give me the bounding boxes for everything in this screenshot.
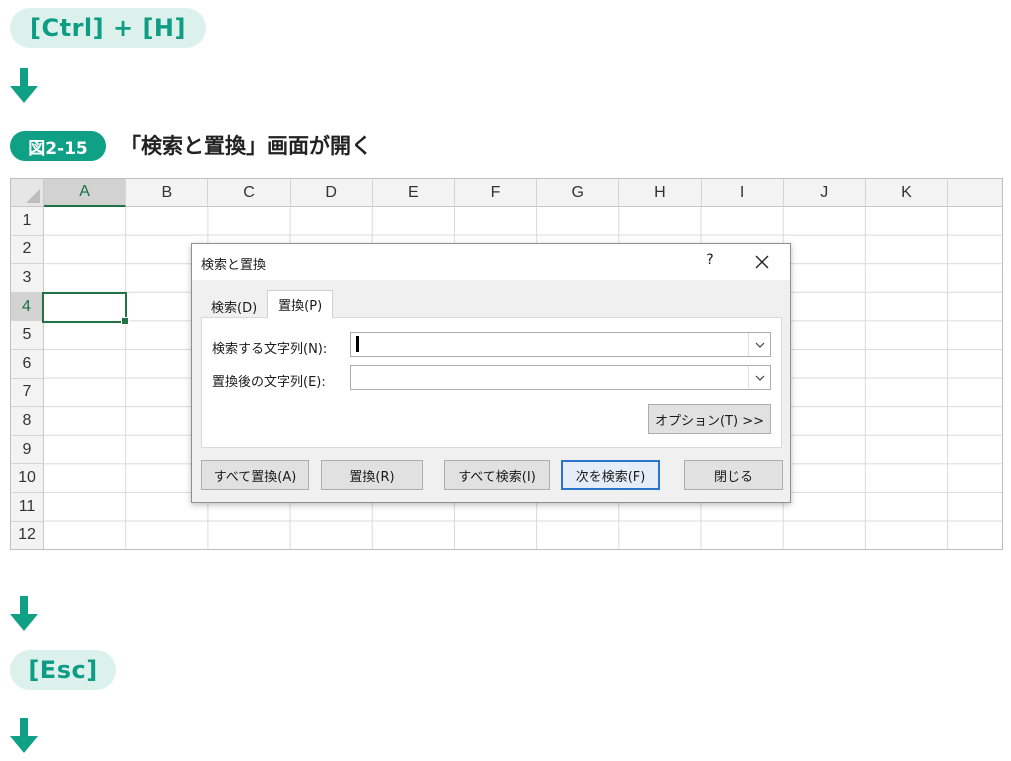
active-cell-a4[interactable]: [42, 292, 129, 325]
row-header-3[interactable]: 3: [11, 264, 44, 293]
row-header-6[interactable]: 6: [11, 349, 44, 379]
dialog-title: 検索と置換: [201, 258, 267, 273]
replace-panel: 検索する文字列(N): 置換後の文字列(E): オプション(T) >>: [201, 317, 782, 448]
column-header-l[interactable]: L: [948, 179, 1002, 207]
row-header-11[interactable]: 11: [11, 492, 44, 522]
row-header-7[interactable]: 7: [11, 378, 44, 408]
arrow-down-icon: [10, 596, 38, 632]
column-header-f[interactable]: F: [454, 179, 538, 207]
replace-with-label: 置換後の文字列(E):: [212, 375, 326, 390]
column-header-g[interactable]: G: [537, 179, 620, 207]
row-header-10[interactable]: 10: [11, 464, 44, 493]
row-headers: 1 2 3 4 5 6 7 8 9 10 11 12: [11, 207, 44, 549]
row-header-12[interactable]: 12: [11, 521, 44, 549]
chevron-down-icon[interactable]: [748, 333, 770, 356]
find-what-input[interactable]: [351, 333, 746, 356]
arrow-down-icon: [10, 718, 38, 754]
chevron-down-icon[interactable]: [748, 366, 770, 389]
column-header-d[interactable]: D: [290, 179, 373, 207]
figure-caption: 「検索と置換」画面が開く: [120, 134, 372, 158]
row-header-4[interactable]: 4: [11, 292, 44, 322]
tab-find[interactable]: 検索(D): [201, 294, 268, 318]
find-replace-dialog: 検索と置換 ? 検索(D) 置換(P) 検索する文字列(N): 置換後の文字列(…: [191, 243, 791, 503]
replace-button[interactable]: 置換(R): [321, 460, 423, 490]
shortcut-ctrl-h-label: [Ctrl] + [H]: [10, 8, 206, 48]
column-header-c[interactable]: C: [208, 179, 291, 207]
help-button[interactable]: ?: [700, 252, 720, 268]
find-what-label: 検索する文字列(N):: [212, 342, 328, 357]
replace-all-button[interactable]: すべて置換(A): [201, 460, 309, 490]
find-all-button[interactable]: すべて検索(I): [444, 460, 550, 490]
row-header-2[interactable]: 2: [11, 235, 44, 265]
column-header-j[interactable]: J: [783, 179, 866, 207]
text-caret: [356, 336, 359, 352]
replace-with-input[interactable]: [351, 366, 746, 389]
find-next-button[interactable]: 次を検索(F): [561, 460, 660, 490]
column-header-i[interactable]: I: [701, 179, 784, 207]
shortcut-esc-label: [Esc]: [10, 650, 116, 690]
tab-replace[interactable]: 置換(P): [267, 290, 334, 318]
figure-label: 図2-15: [10, 131, 106, 161]
close-icon[interactable]: [750, 250, 774, 274]
column-header-e[interactable]: E: [372, 179, 455, 207]
column-header-a[interactable]: A: [44, 179, 127, 207]
arrow-down-icon: [10, 68, 38, 104]
select-all-corner[interactable]: [11, 179, 44, 207]
dialog-tabs: 検索(D) 置換(P): [201, 290, 334, 318]
column-header-h[interactable]: H: [619, 179, 702, 207]
column-headers: A B C D E F G H I J K L: [44, 179, 1002, 207]
find-what-combo[interactable]: [350, 332, 771, 357]
options-button[interactable]: オプション(T) >>: [648, 404, 771, 434]
column-header-k[interactable]: K: [865, 179, 949, 207]
column-header-b[interactable]: B: [126, 179, 209, 207]
row-header-9[interactable]: 9: [11, 435, 44, 465]
close-button[interactable]: 閉じる: [684, 460, 783, 490]
row-header-5[interactable]: 5: [11, 321, 44, 350]
row-header-8[interactable]: 8: [11, 407, 44, 436]
dialog-titlebar[interactable]: 検索と置換 ?: [192, 244, 790, 280]
row-header-1[interactable]: 1: [11, 207, 44, 236]
replace-with-combo[interactable]: [350, 365, 771, 390]
